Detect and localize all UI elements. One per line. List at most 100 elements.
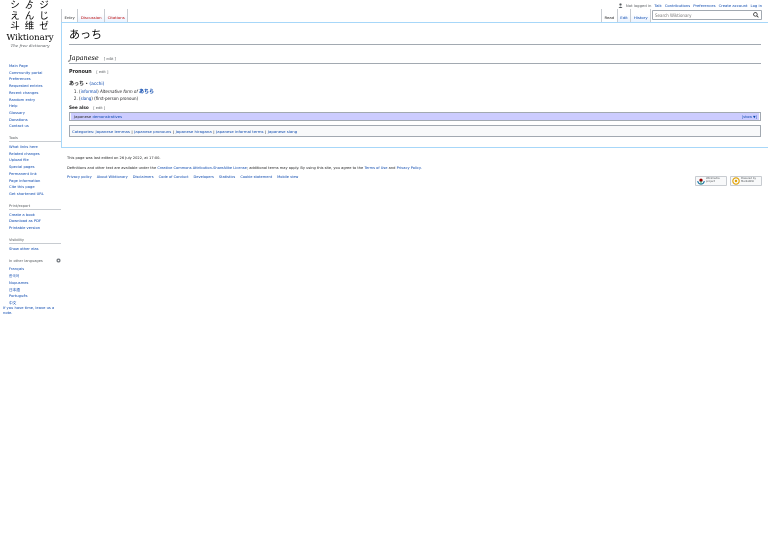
languages-heading-label: In other languages <box>9 258 43 263</box>
sidebar-item-contact-us[interactable]: Contact us <box>9 123 61 130</box>
tab-read[interactable]: Read <box>601 9 618 22</box>
sidebar-item-main-page[interactable]: Main Page <box>9 63 61 70</box>
sidebar-item-random-entry[interactable]: Random entry <box>9 97 61 104</box>
log-in-link[interactable]: Log in <box>751 3 762 8</box>
tab-history[interactable]: History <box>631 9 652 22</box>
label-link[interactable]: slang <box>81 96 92 101</box>
see-also-heading: See also [ edit ] <box>69 105 761 110</box>
sidebar-item-community-portal[interactable]: Community portal <box>9 70 61 77</box>
tab-citations[interactable]: Citations <box>105 9 129 22</box>
romanization-link[interactable]: (acchi) <box>89 82 104 87</box>
sidebar-item-special-pages[interactable]: Special pages <box>9 164 61 171</box>
label-link[interactable]: informal <box>81 89 98 94</box>
license-link[interactable]: Creative Commons Attribution-ShareAlike … <box>157 166 247 170</box>
edit-section-link[interactable]: [ edit ] <box>93 106 105 110</box>
privacy-link[interactable]: Privacy Policy. <box>397 166 422 170</box>
language-link-french[interactable]: Français <box>9 266 61 273</box>
login-note[interactable]: If you have time, leave us a note. <box>3 306 59 316</box>
contributions-link[interactable]: Contributions <box>665 3 691 8</box>
footer-link-developers[interactable]: Developers <box>194 175 214 179</box>
sidebar-item-page-information[interactable]: Page information <box>9 178 61 185</box>
visibility-portal: Visibility Show other elas <box>9 238 61 253</box>
sidebar-item-download-pdf[interactable]: Download as PDF <box>9 218 61 225</box>
sidebar-item-create-a-book[interactable]: Create a book <box>9 212 61 219</box>
tab-read-label: Read <box>604 15 615 20</box>
languages-heading: In other languages <box>9 258 61 264</box>
search-input[interactable] <box>653 12 751 18</box>
footer-link-privacy-policy[interactable]: Privacy policy <box>67 175 92 179</box>
tab-edit[interactable]: Edit <box>617 9 632 22</box>
sidebar-item-requested-entries[interactable]: Requested entries <box>9 83 61 90</box>
language-link-portuguese[interactable]: Português <box>9 293 61 300</box>
terms-link[interactable]: Terms of Use <box>364 166 387 170</box>
sidebar-item-related-changes[interactable]: Related changes <box>9 151 61 158</box>
preferences-link[interactable]: Preferences <box>693 3 715 8</box>
sidebar-item-what-links-here[interactable]: What links here <box>9 144 61 151</box>
sidebar-item-recent-changes[interactable]: Recent changes <box>9 90 61 97</box>
language-link-korean[interactable]: 한국어 <box>9 273 61 280</box>
tab-citations-label: Citations <box>107 15 125 20</box>
footer-link-statistics[interactable]: Statistics <box>219 175 235 179</box>
mediawiki-badge[interactable]: Powered by MediaWiki <box>730 176 762 186</box>
category-link[interactable]: Japanese pronouns <box>134 129 171 134</box>
logo-glyph-row: 斗 维 ゼ <box>10 21 50 32</box>
talk-link[interactable]: Talk <box>654 3 661 8</box>
language-heading-label: Japanese <box>69 54 99 62</box>
wikimedia-badge[interactable]: Wikimedia project <box>695 176 727 186</box>
sidebar-item-glossary[interactable]: Glossary <box>9 110 61 117</box>
navbox-title: Japanese demonstratives [show ▼] <box>71 113 759 120</box>
logo-glyph-row: シ ゟ ジ <box>10 0 50 11</box>
list-item: (slang) (first-person pronoun) <box>79 96 761 103</box>
footer-icons: Wikimedia project Powered by MediaWiki <box>695 176 762 186</box>
definition-text: Alternative form of <box>99 89 138 94</box>
category-link[interactable]: Japanese informal terms <box>216 129 264 134</box>
tab-history-label: History <box>633 15 648 20</box>
language-link-japanese[interactable]: 日本語 <box>9 287 61 294</box>
sidebar-item-printable-version[interactable]: Printable version <box>9 225 61 232</box>
visibility-heading: Visibility <box>9 238 61 244</box>
tools-portal: Tools What links here Related changes Up… <box>9 136 61 198</box>
site-logo[interactable]: シ ゟ ジ え ん じ 斗 维 ゼ Wiktionary The free di… <box>6 0 54 57</box>
tab-discussion[interactable]: Discussion <box>78 9 106 22</box>
sidebar-item-preferences[interactable]: Preferences <box>9 76 61 83</box>
logo-tagline: The free dictionary <box>10 42 50 48</box>
tools-heading: Tools <box>9 136 61 143</box>
footer-link-about[interactable]: About Wiktionary <box>97 175 128 179</box>
pos-heading-label: Pronoun <box>69 70 92 75</box>
mediawiki-logo-icon <box>732 177 740 185</box>
edit-section-link[interactable]: [ edit ] <box>104 57 116 61</box>
sidebar-item-donations[interactable]: Donations <box>9 117 61 124</box>
definition-list: (informal) Alternative form of あちら (slan… <box>79 89 761 102</box>
namespace-tabs: Entry Discussion Citations <box>61 9 129 22</box>
search-icon[interactable] <box>753 12 759 18</box>
tab-entry[interactable]: Entry <box>61 9 79 22</box>
category-link[interactable]: Japanese lemmas <box>96 129 130 134</box>
last-edited: This page was last edited on 26 July 202… <box>67 156 161 160</box>
sidebar-item-get-shortened-url[interactable]: Get shortened URL <box>9 191 61 198</box>
navbox-show-button[interactable]: [show ▼] <box>742 115 757 119</box>
category-link[interactable]: Japanese slang <box>268 129 297 134</box>
category-links: Categories: Japanese lemmas | Japanese pr… <box>69 125 761 137</box>
sidebar-item-show-other[interactable]: Show other elas <box>9 246 61 253</box>
license-post: ; additional terms may apply. By using t… <box>246 165 364 170</box>
sidebar-item-upload-file[interactable]: Upload file <box>9 157 61 164</box>
category-link[interactable]: Japanese hiragana <box>176 129 212 134</box>
navbox: Japanese demonstratives [show ▼] <box>69 112 761 121</box>
footer-link-disclaimers[interactable]: Disclaimers <box>133 175 154 179</box>
navbox-demonstratives-link[interactable]: demonstratives <box>92 114 122 119</box>
footer-link-cookie-statement[interactable]: Cookie statement <box>240 175 272 179</box>
sidebar-item-help[interactable]: Help <box>9 103 61 110</box>
sidebar-item-cite-this-page[interactable]: Cite this page <box>9 184 61 191</box>
sidebar-item-permanent-link[interactable]: Permanent link <box>9 171 61 178</box>
language-link-nupusmes[interactable]: Nupusmes <box>9 280 61 287</box>
login-note-link[interactable]: If you have time, leave us a note. <box>3 306 54 315</box>
alternative-form-link[interactable]: あちら <box>139 89 154 95</box>
main-content: あっち Japanese [ edit ] Pronoun [ edit ] あ… <box>61 22 768 148</box>
print-portal: Print/export Create a book Download as P… <box>9 204 61 232</box>
footer-link-code-of-conduct[interactable]: Code of Conduct <box>159 175 189 179</box>
categories-label[interactable]: Categories: <box>72 129 94 134</box>
create-account-link[interactable]: Create account <box>719 3 748 8</box>
footer-link-mobile-view[interactable]: Mobile view <box>277 175 298 179</box>
edit-section-link[interactable]: [ edit ] <box>96 70 108 74</box>
gear-icon[interactable] <box>56 258 61 263</box>
